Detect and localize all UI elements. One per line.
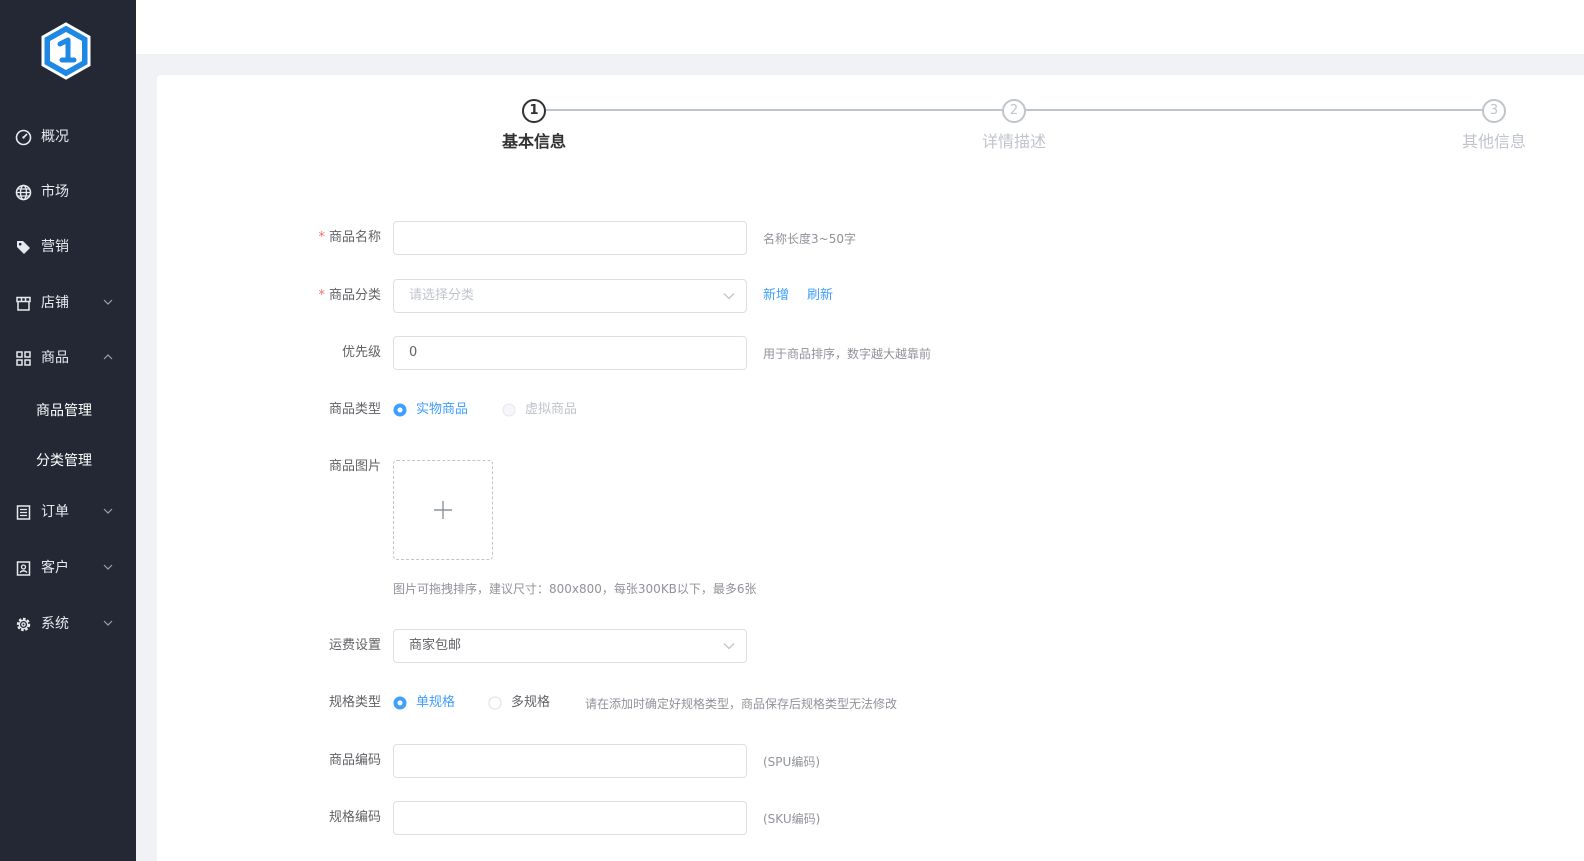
top-header — [136, 0, 1584, 54]
step-3-number: 3 — [1482, 99, 1506, 123]
spec-type-label: 规格类型 — [328, 695, 381, 710]
radio-single-spec-checked[interactable] — [393, 696, 407, 710]
sidebar-item-market[interactable]: 市场 — [0, 172, 136, 212]
sidebar-item-system[interactable]: 系统 — [0, 604, 136, 644]
product-category-label: * 商品分类 — [318, 287, 381, 305]
grid-icon — [16, 351, 31, 366]
chevron-down-icon — [103, 564, 113, 570]
sidebar-item-products[interactable]: 商品 — [0, 338, 136, 378]
sidebar-subitem-label: 商品管理 — [36, 403, 92, 419]
add-category-link[interactable]: 新增 — [763, 287, 789, 305]
refresh-category-link[interactable]: 刷新 — [807, 287, 833, 305]
radio-multi-spec[interactable] — [488, 696, 502, 710]
step-2-title: 详情描述 — [981, 132, 1046, 151]
order-list-icon — [16, 505, 31, 520]
image-upload-box[interactable] — [393, 460, 493, 560]
store-icon — [16, 296, 31, 311]
step-3-title: 其他信息 — [1461, 132, 1526, 151]
sidebar: 概况 市场 营销 店铺 商品 商品管理 分类管理 订单 客户 系统 — [0, 0, 136, 861]
radio-physical-checked[interactable] — [393, 403, 407, 417]
sidebar-item-label: 概况 — [41, 129, 69, 145]
product-name-input[interactable] — [393, 221, 747, 255]
sidebar-item-label: 客户 — [41, 560, 69, 576]
priority-input[interactable]: 0 — [393, 336, 747, 370]
step-connector — [546, 109, 1002, 111]
sidebar-item-store[interactable]: 店铺 — [0, 283, 136, 323]
product-images-hint: 图片可拖拽排序，建议尺寸：800x800，每张300KB以下，最多6张 — [393, 582, 757, 596]
step-1-title: 基本信息 — [501, 132, 566, 151]
shipping-select[interactable]: 商家包邮 — [393, 629, 747, 663]
sku-code-input[interactable] — [393, 801, 747, 835]
radio-physical-label[interactable]: 实物商品 — [416, 401, 468, 419]
chevron-down-icon — [103, 299, 113, 305]
label-text: 商品名称 — [328, 230, 381, 245]
shipping-label: 运费设置 — [328, 638, 381, 653]
spec-type-hint: 请在添加时确定好规格类型，商品保存后规格类型无法修改 — [585, 697, 898, 711]
sidebar-item-customers[interactable]: 客户 — [0, 548, 136, 588]
required-mark: * — [318, 230, 325, 245]
sidebar-item-label: 订单 — [41, 504, 69, 520]
sidebar-subitem-label: 分类管理 — [36, 453, 92, 469]
sidebar-item-label: 店铺 — [41, 295, 69, 311]
sidebar-item-overview[interactable]: 概况 — [0, 117, 136, 157]
product-name-label: * 商品名称 — [318, 229, 381, 247]
spu-code-label: 商品编码 — [328, 753, 381, 768]
plus-icon — [434, 501, 452, 519]
priority-hint: 用于商品排序，数字越大越靠前 — [763, 347, 932, 361]
label-text: 商品分类 — [328, 288, 381, 303]
required-mark: * — [318, 288, 325, 303]
sidebar-item-label: 市场 — [41, 184, 69, 200]
spu-code-input[interactable] — [393, 744, 747, 778]
product-category-select[interactable]: 请选择分类 — [393, 279, 747, 313]
sidebar-subitem-product-management[interactable]: 商品管理 — [0, 391, 136, 431]
app-logo-icon[interactable] — [40, 22, 92, 80]
customer-icon — [16, 561, 31, 576]
chevron-down-icon — [723, 293, 735, 300]
spu-code-hint: (SPU编码) — [763, 755, 821, 769]
radio-single-spec-label[interactable]: 单规格 — [416, 694, 455, 712]
chevron-down-icon — [103, 620, 113, 626]
gear-icon — [16, 617, 31, 632]
sidebar-item-marketing[interactable]: 营销 — [0, 227, 136, 267]
step-connector — [1026, 109, 1482, 111]
sidebar-item-label: 商品 — [41, 350, 69, 366]
globe-icon — [15, 184, 32, 201]
radio-multi-spec-label[interactable]: 多规格 — [511, 694, 550, 712]
chevron-down-icon — [103, 508, 113, 514]
sidebar-item-orders[interactable]: 订单 — [0, 492, 136, 532]
category-placeholder: 请选择分类 — [409, 288, 475, 303]
chevron-up-icon — [103, 354, 113, 360]
step-2-number: 2 — [1002, 99, 1026, 123]
product-name-hint: 名称长度3~50字 — [763, 232, 856, 246]
sidebar-subitem-category-management[interactable]: 分类管理 — [0, 441, 136, 481]
step-1-number: 1 — [522, 99, 546, 123]
chevron-down-icon — [723, 643, 735, 650]
priority-label: 优先级 — [341, 345, 381, 360]
shipping-selected-value: 商家包邮 — [409, 638, 462, 653]
dashboard-icon — [15, 129, 32, 146]
sidebar-item-label: 营销 — [41, 239, 69, 255]
sidebar-item-label: 系统 — [41, 616, 69, 632]
sku-code-hint: (SKU编码) — [763, 812, 821, 826]
radio-virtual-disabled[interactable] — [502, 403, 516, 417]
sku-code-label: 规格编码 — [328, 810, 381, 825]
radio-virtual-label[interactable]: 虚拟商品 — [525, 401, 577, 419]
product-type-label: 商品类型 — [328, 402, 381, 417]
product-images-label: 商品图片 — [328, 459, 381, 474]
tag-icon — [17, 241, 30, 254]
